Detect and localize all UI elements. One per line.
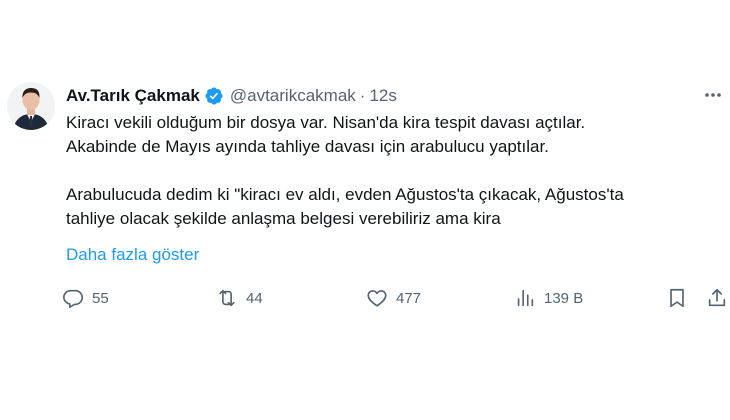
tweet-text: Kiracı vekili olduğum bir dosya var. Nis… [66,111,716,231]
more-options-icon[interactable] [702,86,724,104]
views-count: 139 B [544,289,584,307]
tweet-header: Av.Tarık Çakmak @avtarikcakmak · 12s [66,85,710,107]
tweet-line: Kiracı vekili olduğum bir dosya var. Nis… [66,113,586,132]
action-bar: 55 44 477 139 B [62,285,730,311]
tweet-line: Arabulucuda dedim ki "kiracı ev aldı, ev… [66,185,624,204]
share-button[interactable] [706,285,728,311]
author-handle[interactable]: @avtarikcakmak [230,86,356,106]
reply-icon [62,287,84,309]
verified-badge-icon [204,86,224,106]
tweet: Av.Tarık Çakmak @avtarikcakmak · 12s Kir… [0,0,730,420]
bookmark-icon [666,287,688,309]
retweet-icon [216,287,238,309]
retweet-count: 44 [246,289,263,307]
timestamp[interactable]: 12s [369,86,396,106]
bookmark-button[interactable] [666,285,688,311]
avatar[interactable] [7,82,55,130]
retweet-button[interactable]: 44 [216,285,263,311]
views-button[interactable]: 139 B [514,285,583,311]
views-icon [514,287,536,309]
separator-dot: · [359,86,366,105]
reply-button[interactable]: 55 [62,285,109,311]
show-more-link[interactable]: Daha fazla göster [66,243,199,267]
tweet-line: Akabinde de Mayıs ayında tahliye davası … [66,137,549,156]
display-name[interactable]: Av.Tarık Çakmak [66,86,200,106]
tweet-line: tahliye olacak şekilde anlaşma belgesi v… [66,209,501,228]
like-count: 477 [396,289,422,307]
share-icon [706,287,728,309]
reply-count: 55 [92,289,109,307]
like-button[interactable]: 477 [366,285,421,311]
like-icon [366,287,388,309]
